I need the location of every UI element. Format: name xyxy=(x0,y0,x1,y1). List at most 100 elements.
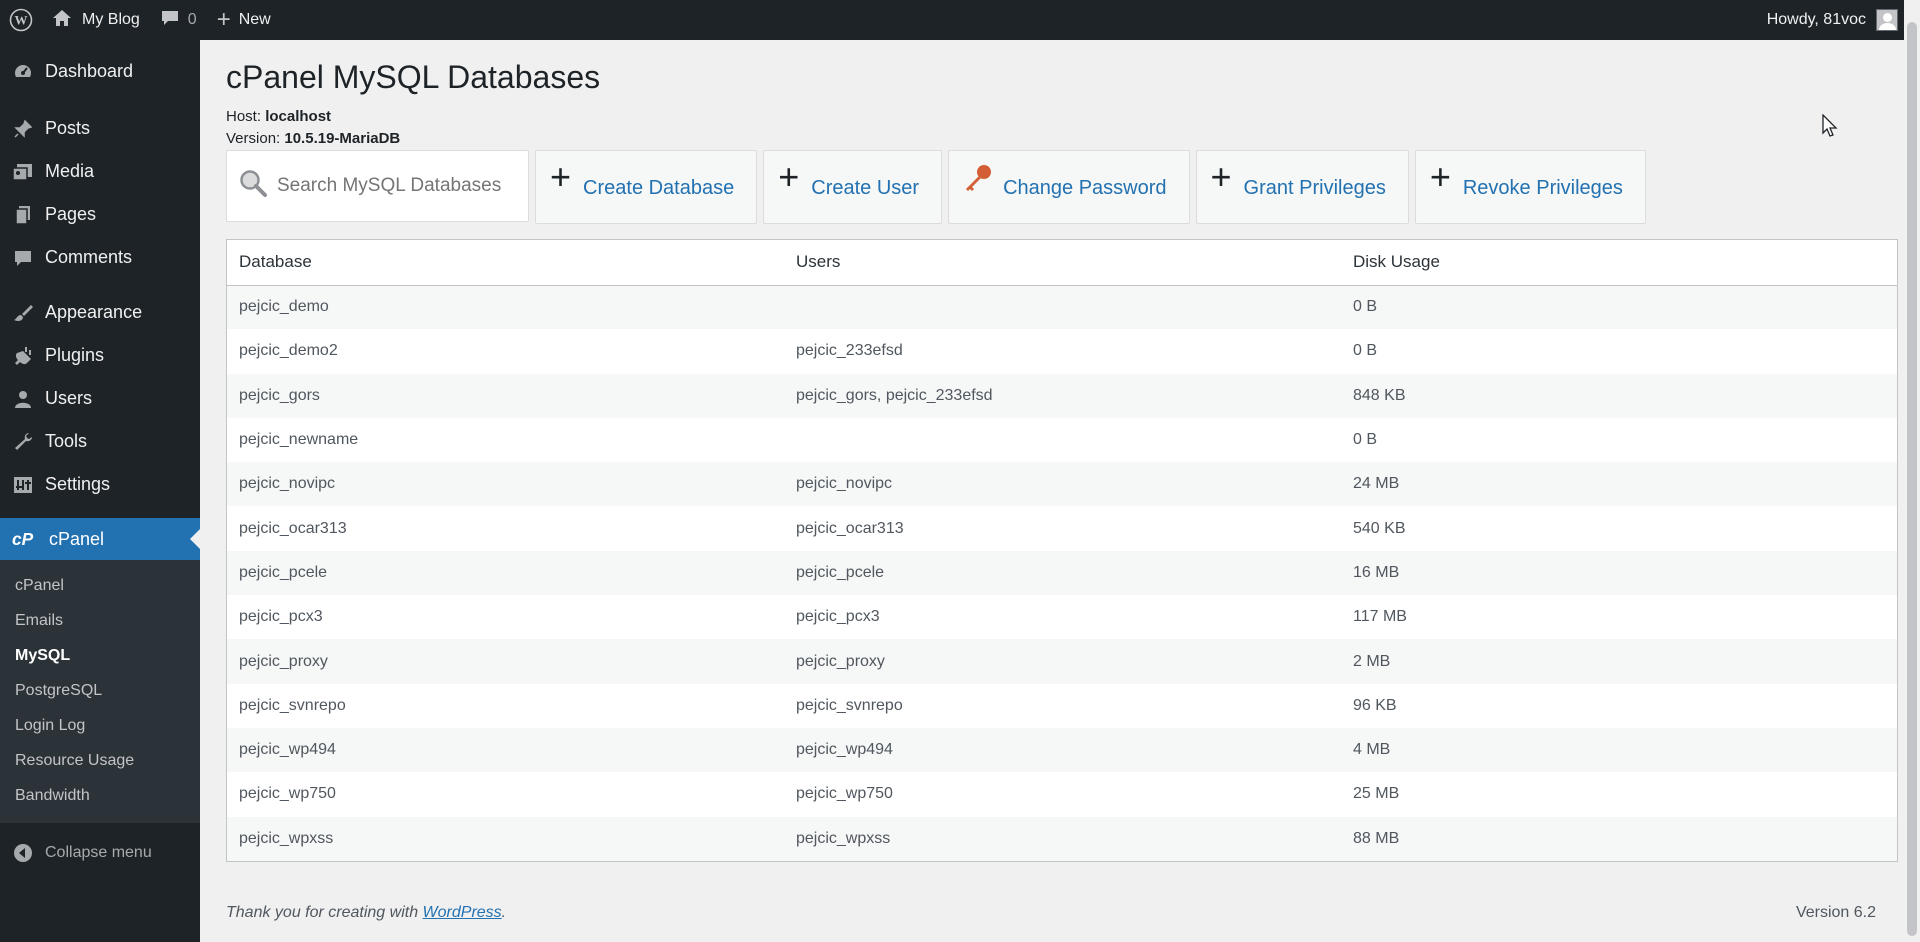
cell-users: pejcic_wp750 xyxy=(796,785,893,803)
cell-users: pejcic_pcx3 xyxy=(796,608,880,626)
cell-disk-usage: 117 MB xyxy=(1353,608,1407,626)
table-row[interactable]: pejcic_ocar313 pejcic_ocar313 540 KB xyxy=(227,506,1897,550)
page-scrollbar[interactable] xyxy=(1904,0,1920,942)
table-row[interactable]: pejcic_demo2 pejcic_233efsd 0 B xyxy=(227,329,1897,373)
collapse-menu-button[interactable]: Collapse menu xyxy=(0,833,200,873)
sidebar-item-pages[interactable]: Pages xyxy=(0,193,200,236)
sidebar-item-tools[interactable]: Tools xyxy=(0,420,200,463)
cell-users: pejcic_pcele xyxy=(796,563,885,581)
cell-database: pejcic_demo2 xyxy=(239,342,338,360)
cell-database: pejcic_ocar313 xyxy=(239,519,347,537)
column-header-database[interactable]: Database xyxy=(227,240,784,286)
sidebar-item-media[interactable]: Media xyxy=(0,150,200,193)
wordpress-logo-icon[interactable]: W xyxy=(0,0,42,40)
footer-version: Version 6.2 xyxy=(1795,904,1876,921)
plus-icon: + xyxy=(1429,156,1451,197)
submenu-item-mysql[interactable]: MySQL xyxy=(0,638,200,673)
cell-users: pejcic_proxy xyxy=(796,652,885,670)
svg-text:W: W xyxy=(15,13,28,28)
search-box xyxy=(226,150,529,222)
column-header-disk-usage[interactable]: Disk Usage xyxy=(1341,240,1897,286)
sidebar-item-users[interactable]: Users xyxy=(0,377,200,420)
main-content: cPanel MySQL Databases Host: localhost V… xyxy=(226,40,1898,862)
brush-icon xyxy=(12,302,34,324)
search-input[interactable] xyxy=(275,174,505,198)
change-password-button[interactable]: Change Password xyxy=(948,150,1190,224)
column-header-users[interactable]: Users xyxy=(784,240,1341,286)
sidebar-item-comments[interactable]: Comments xyxy=(0,236,200,279)
cell-disk-usage: 4 MB xyxy=(1353,741,1391,759)
submenu-item-bandwidth[interactable]: Bandwidth xyxy=(0,778,200,813)
cell-disk-usage: 96 KB xyxy=(1353,696,1397,714)
my-account[interactable]: Howdy, 81voc xyxy=(1767,9,1920,31)
mouse-cursor-icon xyxy=(1822,113,1840,143)
table-row[interactable]: pejcic_newname 0 B xyxy=(227,418,1897,462)
cpanel-logo-icon: cP xyxy=(12,528,38,550)
cell-disk-usage: 24 MB xyxy=(1353,475,1400,493)
table-row[interactable]: pejcic_gors pejcic_gors, pejcic_233efsd 84… xyxy=(227,373,1897,418)
comments-link[interactable]: 0 xyxy=(150,0,207,40)
table-row[interactable]: pejcic_proxy pejcic_proxy 2 MB xyxy=(227,639,1897,684)
toolbar: + Create Database + Create User Change P… xyxy=(226,150,1898,224)
table-row[interactable]: pejcic_demo 0 B xyxy=(227,285,1897,330)
dashboard-icon xyxy=(12,61,34,83)
cell-database: pejcic_gors xyxy=(239,386,320,404)
page-title: cPanel MySQL Databases xyxy=(226,59,601,95)
table-row[interactable]: pejcic_wp750 pejcic_wp750 25 MB xyxy=(227,772,1897,816)
table-body: pejcic_demo 0 B pejcic_demo2 pejcic_233efsd… xyxy=(227,285,1897,861)
scrollbar-thumb[interactable] xyxy=(1907,22,1917,936)
cpanel-submenu: cPanel Emails MySQL PostgreSQL Login Log… xyxy=(0,560,200,823)
key-icon xyxy=(963,163,993,201)
cell-disk-usage: 0 B xyxy=(1353,342,1378,360)
comment-count: 0 xyxy=(187,11,197,28)
pin-icon xyxy=(12,118,34,140)
comment-bubble-icon xyxy=(160,9,180,32)
submenu-item-emails[interactable]: Emails xyxy=(0,603,200,638)
plug-icon xyxy=(12,345,34,367)
plus-icon: + xyxy=(1210,156,1232,197)
sidebar-item-dashboard[interactable]: Dashboard xyxy=(0,50,200,93)
grant-privileges-button[interactable]: + Grant Privileges xyxy=(1195,150,1409,224)
cell-database: pejcic_svnrepo xyxy=(239,696,346,714)
footer: Thank you for creating with WordPress. V… xyxy=(226,904,1876,922)
create-user-button[interactable]: + Create User xyxy=(763,150,943,224)
table-row[interactable]: pejcic_wpxss pejcic_wpxss 88 MB xyxy=(227,816,1897,861)
new-content-link[interactable]: + New xyxy=(207,0,281,40)
submenu-item-cpanel[interactable]: cPanel xyxy=(0,568,200,603)
version-value: 10.5.19-MariaDB xyxy=(284,130,401,147)
wordpress-link[interactable]: WordPress xyxy=(423,904,502,921)
table-row[interactable]: pejcic_pcele pejcic_pcele 16 MB xyxy=(227,550,1897,596)
table-row[interactable]: pejcic_svnrepo pejcic_svnrepo 96 KB xyxy=(227,684,1897,728)
plus-icon: + xyxy=(550,156,572,197)
cell-database: pejcic_newname xyxy=(239,431,359,449)
submenu-item-resource-usage[interactable]: Resource Usage xyxy=(0,743,200,778)
databases-table: Database Users Disk Usage pejcic_demo 0 B… xyxy=(226,239,1898,862)
admin-sidebar: Dashboard Posts Media Pages Comments App… xyxy=(0,40,200,942)
cell-users: pejcic_novipc xyxy=(796,475,893,493)
host-value: localhost xyxy=(265,108,332,125)
media-icon xyxy=(12,161,34,183)
comment-icon xyxy=(12,247,34,269)
admin-bar: W My Blog 0 + New Howdy, 81voc xyxy=(0,0,1920,40)
sidebar-item-posts[interactable]: Posts xyxy=(0,107,200,150)
submenu-item-login-log[interactable]: Login Log xyxy=(0,708,200,743)
table-row[interactable]: pejcic_novipc pejcic_novipc 24 MB xyxy=(227,462,1897,507)
cell-disk-usage: 25 MB xyxy=(1353,785,1400,803)
create-database-button[interactable]: + Create Database xyxy=(535,150,758,224)
table-row[interactable]: pejcic_pcx3 pejcic_pcx3 117 MB xyxy=(227,595,1897,639)
submenu-item-postgresql[interactable]: PostgreSQL xyxy=(0,673,200,708)
search-icon xyxy=(239,169,269,204)
sidebar-item-settings[interactable]: Settings xyxy=(0,463,200,506)
cell-disk-usage: 2 MB xyxy=(1353,652,1391,670)
site-name-link[interactable]: My Blog xyxy=(42,0,150,40)
sidebar-item-appearance[interactable]: Appearance xyxy=(0,291,200,334)
sidebar-item-plugins[interactable]: Plugins xyxy=(0,334,200,377)
sidebar-item-cpanel[interactable]: cP cPanel xyxy=(0,518,200,560)
cell-users: pejcic_wpxss xyxy=(796,829,891,847)
cell-disk-usage: 0 B xyxy=(1353,298,1378,316)
cell-users xyxy=(784,418,1341,462)
cell-users xyxy=(784,285,1341,329)
revoke-privileges-button[interactable]: + Revoke Privileges xyxy=(1414,150,1646,224)
plus-icon: + xyxy=(216,6,231,33)
table-row[interactable]: pejcic_wp494 pejcic_wp494 4 MB xyxy=(227,727,1897,773)
